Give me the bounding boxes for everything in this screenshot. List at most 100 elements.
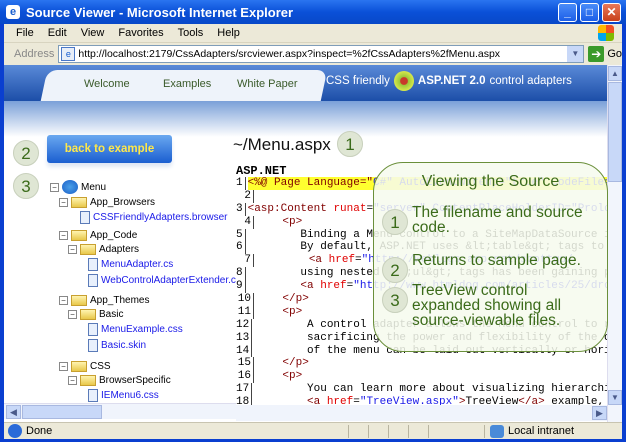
node-label: Menu (81, 181, 107, 193)
collapse-icon[interactable]: − (59, 197, 68, 207)
menu-edit[interactable]: Edit (48, 27, 67, 39)
collapse-icon[interactable]: − (50, 182, 59, 192)
go-button[interactable]: ➔ Go (588, 46, 622, 62)
collapse-icon[interactable]: − (68, 309, 77, 319)
code-token: runat (333, 202, 367, 215)
code-horizontal-scrollbar[interactable]: ▶ (236, 405, 607, 421)
line-number: 15 (236, 357, 254, 371)
menu-file[interactable]: File (16, 27, 34, 39)
callout-title: Viewing the Source (421, 173, 560, 190)
ie-status-icon (8, 424, 22, 438)
tree-node-app-code[interactable]: − App_Code (59, 228, 137, 242)
address-bar: Address e http://localhost:2179/CssAdapt… (4, 43, 622, 65)
maximize-button[interactable]: □ (580, 3, 599, 22)
line-number: 2 (236, 189, 254, 203)
tree-node-file[interactable]: CSSFriendlyAdapters.browser (80, 210, 228, 224)
go-label: Go (607, 48, 622, 60)
source-filename: ~/Menu.aspx (233, 135, 331, 154)
back-to-example-button[interactable]: back to example (47, 135, 172, 163)
tree-node-app-browsers[interactable]: − App_Browsers (59, 195, 155, 209)
tree-node-file[interactable]: MenuExample.css (88, 322, 183, 336)
callout-item-2: 2 Returns to sample page. (382, 253, 607, 283)
code-token: href (320, 280, 347, 293)
file-link[interactable]: MenuAdapter.cs (101, 259, 173, 270)
collapse-icon[interactable]: − (68, 375, 77, 385)
tree-node-css[interactable]: − CSS (59, 359, 111, 373)
line-content: </p> (256, 293, 308, 306)
security-zone: Local intranet (490, 424, 575, 438)
code-line: 16 <p> (236, 370, 607, 384)
line-number: 12 (236, 318, 253, 332)
header-gradient (4, 101, 607, 137)
menu-help[interactable]: Help (217, 27, 240, 39)
tree-node-file[interactable]: MenuAdapter.cs (88, 257, 173, 271)
brand-bold: ASP.NET 2.0 (417, 75, 486, 87)
address-input[interactable]: e http://localhost:2179/CssAdapters/srcv… (58, 45, 585, 63)
collapse-icon[interactable]: − (59, 295, 68, 305)
collapse-icon[interactable]: − (59, 361, 68, 371)
tree-node-file[interactable]: Basic.skin (88, 338, 146, 352)
code-token: <p> (282, 370, 303, 383)
file-tree: − Menu − App_Browsers CSSFriendlyAdapters.… (4, 177, 236, 403)
file-link[interactable]: MenuExample.css (101, 324, 183, 335)
address-dropdown-icon[interactable]: ▼ (567, 46, 584, 62)
callout-viewing-source: Viewing the Source 1 The filename and sou… (373, 162, 608, 352)
status-bar: Done Local intranet (4, 422, 622, 439)
code-token: example, t (551, 396, 605, 405)
tree-node-file[interactable]: IEMenu6.css (88, 388, 159, 402)
line-number: 3 (236, 202, 246, 216)
menu-view[interactable]: View (81, 27, 105, 39)
code-token: </a> (518, 396, 545, 405)
tree-node-browser-specific[interactable]: − BrowserSpecific (68, 373, 171, 387)
file-link[interactable]: CSSFriendlyAdapters.browser (93, 212, 228, 223)
menu-favorites[interactable]: Favorites (118, 27, 163, 39)
line-number: 9 (236, 280, 246, 294)
code-token: You can learn more about visualizing hie… (254, 383, 607, 396)
minimize-button[interactable]: _ (558, 3, 577, 22)
zone-label: Local intranet (508, 425, 575, 437)
tree-node-file[interactable]: WebControlAdapterExtender.cs (88, 273, 236, 287)
address-url: http://localhost:2179/CssAdapters/srcvie… (78, 48, 501, 60)
close-button[interactable]: ✕ (602, 3, 621, 22)
scroll-thumb[interactable] (608, 82, 622, 182)
status-text: Done (26, 425, 53, 437)
file-link[interactable]: IEMenu6.css (101, 390, 159, 401)
callout-badge: 3 (382, 287, 408, 313)
windows-logo-icon (598, 25, 614, 41)
line-number: 4 (236, 215, 254, 229)
collapse-icon[interactable]: − (59, 230, 68, 240)
callout-item-1: 1 The filename and source code. (382, 205, 597, 235)
line-number: 1 (236, 177, 246, 190)
folder-icon (71, 294, 87, 306)
callout-text: Returns to sample page. (412, 252, 581, 269)
tab-examples[interactable]: Examples (163, 78, 211, 90)
scroll-right-icon[interactable]: ▶ (592, 406, 607, 420)
tree-horizontal-scrollbar[interactable]: ◀ (4, 403, 236, 419)
line-content: </p> (256, 357, 308, 370)
line-content: You can learn more about visualizing hie… (254, 383, 607, 396)
tree-node-adapters[interactable]: − Adapters (68, 242, 139, 256)
folder-icon (71, 196, 87, 208)
line-content: <p> (256, 370, 302, 383)
tab-white-paper[interactable]: White Paper (237, 78, 298, 90)
scroll-down-icon[interactable]: ▼ (608, 390, 622, 405)
line-number: 6 (236, 241, 246, 255)
tree-node-menu[interactable]: − Menu (50, 180, 106, 194)
tree-node-basic[interactable]: − Basic (68, 307, 123, 321)
folder-icon (80, 374, 96, 386)
tree-node-app-themes[interactable]: − App_Themes (59, 293, 149, 307)
collapse-icon[interactable]: − (68, 244, 77, 254)
line-number: 14 (236, 344, 253, 358)
go-arrow-icon: ➔ (588, 46, 605, 62)
file-link[interactable]: WebControlAdapterExtender.cs (101, 275, 236, 286)
tab-welcome[interactable]: Welcome (84, 78, 130, 90)
scroll-thumb[interactable] (22, 405, 102, 419)
file-link[interactable]: Basic.skin (101, 340, 146, 351)
menu-tools[interactable]: Tools (178, 27, 204, 39)
vertical-scrollbar[interactable]: ▲ ▼ (607, 65, 622, 422)
line-number: 10 (236, 293, 254, 306)
scroll-up-icon[interactable]: ▲ (608, 66, 622, 81)
scroll-left-icon[interactable]: ◀ (6, 405, 21, 419)
